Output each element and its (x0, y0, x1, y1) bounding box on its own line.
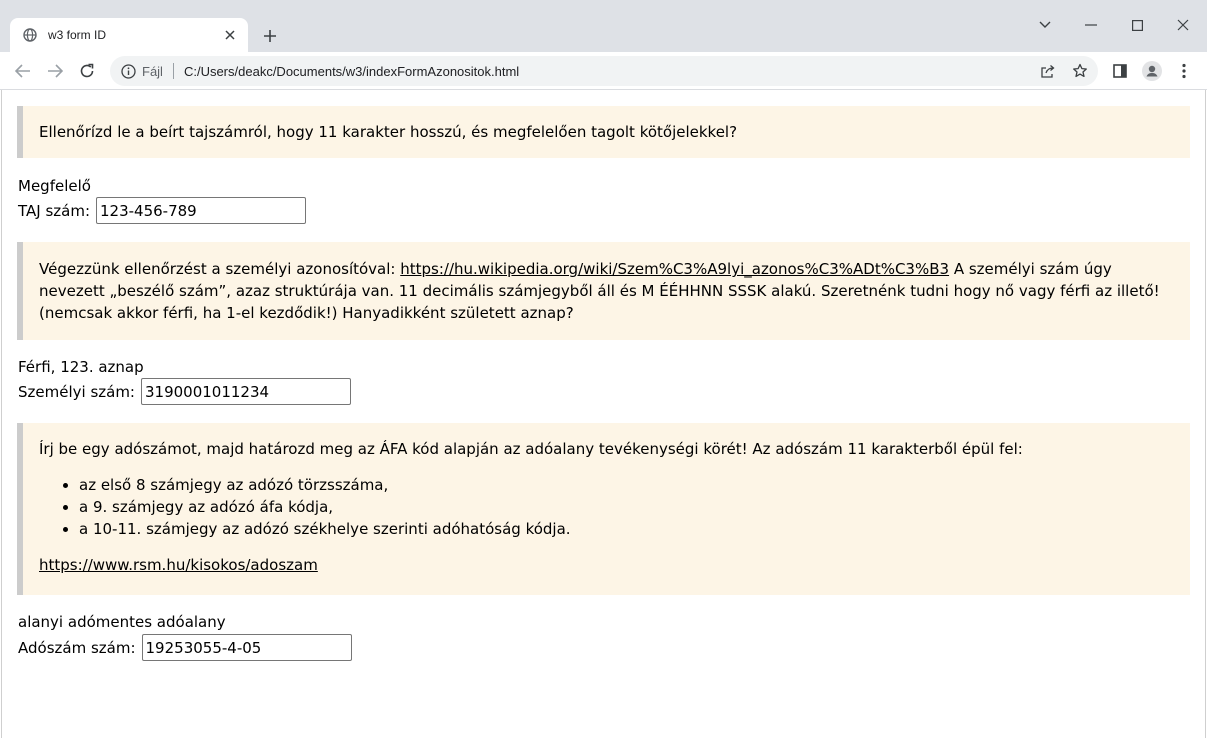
adoszam-intro-text: Írj be egy adószámot, majd határozd meg … (39, 440, 1023, 458)
adoszam-structure-list: az első 8 számjegy az adózó törzsszáma, … (39, 474, 1174, 540)
taj-instruction-text: Ellenőrízd le a beírt tajszámról, hogy 1… (39, 123, 738, 141)
address-divider (172, 63, 174, 79)
szemelyi-label: Személyi szám: (18, 382, 135, 401)
menu-kebab-icon[interactable] (1173, 60, 1195, 82)
page-content: Ellenőrízd le a beírt tajszámról, hogy 1… (1, 90, 1206, 738)
taj-label: TAJ szám: (18, 201, 90, 220)
address-url: C:/Users/deakc/Documents/w3/indexFormAzo… (183, 63, 520, 79)
adoszam-field-row: Adószám szám: (18, 634, 352, 661)
globe-icon (22, 27, 38, 43)
info-icon[interactable] (120, 63, 136, 79)
list-item: a 9. számjegy az adózó áfa kódja, (79, 496, 1174, 518)
profile-avatar-icon[interactable] (1141, 60, 1163, 82)
close-window-icon[interactable] (1168, 12, 1198, 38)
bookmark-star-icon[interactable] (1069, 60, 1091, 82)
tab-search-chevron-icon[interactable] (1030, 12, 1060, 38)
tab-title: w3 form ID (48, 28, 107, 42)
szemelyi-instruction-panel: Végezzünk ellenőrzést a személyi azonosí… (17, 242, 1190, 340)
szemelyi-result: Férfi, 123. aznap (18, 358, 144, 376)
browser-tab[interactable]: w3 form ID (10, 18, 248, 52)
taj-result: Megfelelő (18, 177, 91, 195)
taj-field-row: TAJ szám: (18, 197, 306, 224)
share-icon[interactable] (1037, 60, 1059, 82)
address-scheme: Fájl (142, 63, 163, 79)
maximize-icon[interactable] (1122, 12, 1152, 38)
forward-arrow-icon[interactable] (44, 60, 66, 82)
adoszam-result: alanyi adómentes adóalany (18, 613, 226, 631)
adoszam-label: Adószám szám: (18, 638, 136, 657)
minimize-icon[interactable] (1076, 12, 1106, 38)
browser-toolbar: Fájl C:/Users/deakc/Documents/w3/indexFo… (0, 52, 1207, 90)
taj-instruction-panel: Ellenőrízd le a beírt tajszámról, hogy 1… (17, 106, 1190, 158)
rsm-link[interactable]: https://www.rsm.hu/kisokos/adoszam (39, 556, 318, 574)
new-tab-icon[interactable] (260, 26, 280, 46)
list-item: a 10-11. számjegy az adózó székhelye sze… (79, 518, 1174, 540)
szemelyi-text-before-link: Végezzünk ellenőrzést a személyi azonosí… (39, 260, 401, 278)
adoszam-instruction-panel: Írj be egy adószámot, majd határozd meg … (17, 423, 1190, 595)
close-tab-icon[interactable] (222, 27, 238, 43)
szemelyi-input[interactable] (141, 378, 351, 405)
taj-input[interactable] (96, 197, 306, 224)
wikipedia-link[interactable]: https://hu.wikipedia.org/wiki/Szem%C3%A9… (400, 260, 949, 278)
browser-tab-bar: w3 form ID (0, 0, 1207, 52)
szemelyi-field-row: Személyi szám: (18, 378, 351, 405)
back-arrow-icon[interactable] (12, 60, 34, 82)
side-panel-icon[interactable] (1109, 60, 1131, 82)
list-item: az első 8 számjegy az adózó törzsszáma, (79, 474, 1174, 496)
reload-icon[interactable] (76, 60, 98, 82)
address-bar[interactable]: Fájl C:/Users/deakc/Documents/w3/indexFo… (110, 56, 1098, 86)
adoszam-input[interactable] (141, 634, 352, 661)
